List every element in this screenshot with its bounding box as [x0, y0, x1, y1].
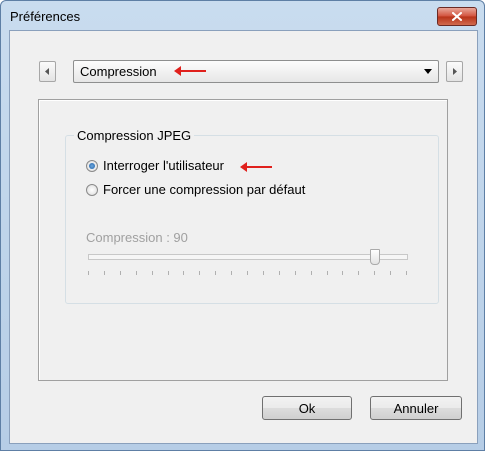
radio-button-checked[interactable]	[86, 159, 98, 172]
slider-tick	[406, 271, 407, 275]
slider-tick	[390, 271, 391, 275]
radio-ask-user-label: Interroger l'utilisateur	[103, 158, 224, 173]
radio-button-unchecked[interactable]	[86, 183, 98, 196]
close-icon	[452, 12, 462, 21]
slider-tick	[263, 271, 264, 275]
compression-slider-ticks	[88, 271, 408, 277]
preferences-window: Préférences Compression Compression JPEG…	[0, 0, 485, 451]
slider-tick	[152, 271, 153, 275]
close-button[interactable]	[437, 7, 477, 26]
triangle-right-icon	[453, 68, 457, 75]
compression-slider-label: Compression : 90	[86, 230, 188, 245]
slider-tick	[279, 271, 280, 275]
slider-tick	[136, 271, 137, 275]
slider-tick	[88, 271, 89, 275]
next-section-button[interactable]	[446, 61, 463, 82]
chevron-down-icon	[424, 69, 432, 74]
slider-tick	[199, 271, 200, 275]
compression-slider-thumb[interactable]	[370, 249, 381, 265]
slider-tick	[231, 271, 232, 275]
slider-tick	[342, 271, 343, 275]
slider-tick	[183, 271, 184, 275]
slider-tick	[120, 271, 121, 275]
slider-tick	[311, 271, 312, 275]
triangle-left-icon	[45, 68, 49, 75]
slider-tick	[168, 271, 169, 275]
section-dropdown[interactable]: Compression	[73, 60, 439, 83]
slider-tick	[215, 271, 216, 275]
group-legend: Compression JPEG	[74, 128, 195, 143]
slider-tick	[295, 271, 296, 275]
cancel-button[interactable]: Annuler	[370, 396, 462, 420]
red-arrow-icon	[174, 66, 206, 76]
red-arrow-icon	[240, 162, 272, 172]
radio-ask-user[interactable]: Interroger l'utilisateur	[86, 158, 224, 173]
radio-force-default-label: Forcer une compression par défaut	[103, 182, 306, 197]
dialog-content: Compression Compression JPEG Interroger …	[9, 30, 478, 444]
slider-tick	[358, 271, 359, 275]
previous-section-button[interactable]	[39, 61, 56, 82]
ok-button[interactable]: Ok	[262, 396, 352, 420]
slider-tick	[104, 271, 105, 275]
window-title: Préférences	[10, 9, 81, 24]
title-bar[interactable]: Préférences	[1, 1, 484, 29]
slider-tick	[247, 271, 248, 275]
slider-tick	[327, 271, 328, 275]
settings-panel: Compression JPEG Interroger l'utilisateu…	[38, 99, 448, 381]
slider-tick	[374, 271, 375, 275]
radio-force-default[interactable]: Forcer une compression par défaut	[86, 182, 305, 197]
compression-slider-track[interactable]	[88, 254, 408, 260]
jpeg-compression-group: Compression JPEG Interroger l'utilisateu…	[65, 128, 439, 304]
section-dropdown-value: Compression	[80, 64, 157, 79]
